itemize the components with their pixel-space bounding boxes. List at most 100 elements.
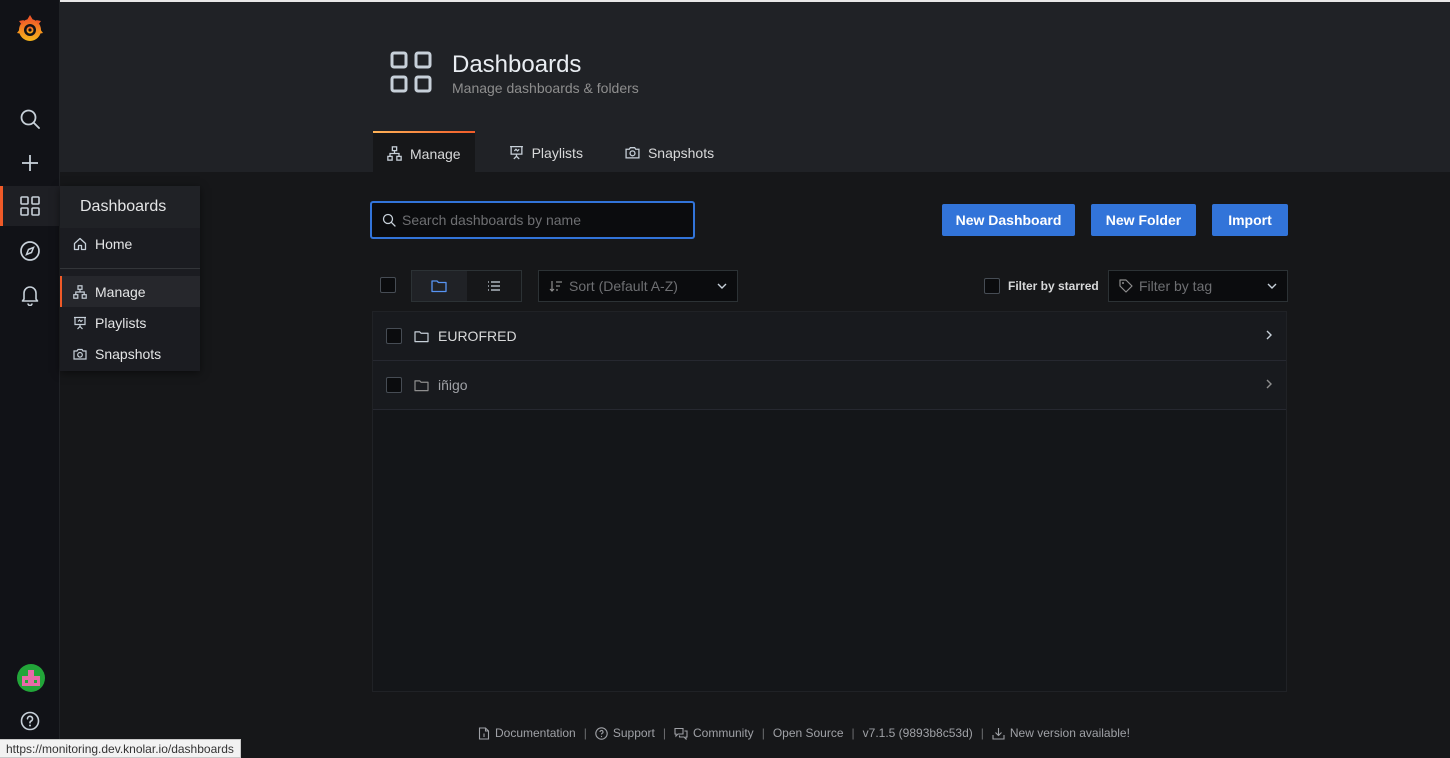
tag-filter-placeholder: Filter by tag	[1139, 278, 1213, 294]
folder-icon	[414, 379, 429, 392]
dropdown-divider	[60, 268, 200, 269]
documentation-link[interactable]: Documentation	[478, 726, 576, 740]
grafana-logo-icon[interactable]	[14, 13, 46, 45]
footer-separator: |	[980, 726, 984, 740]
dropdown-item-label: Playlists	[95, 314, 147, 331]
dashboards-dropdown: Dashboards Home Manage Playlists Snapsho…	[60, 186, 200, 371]
apps-icon	[390, 51, 432, 93]
list-view-button[interactable]	[467, 271, 522, 301]
page-subtitle: Manage dashboards & folders	[452, 80, 639, 96]
sidemenu-dashboards[interactable]	[0, 186, 60, 226]
folder-row[interactable]: EUROFRED	[373, 312, 1286, 361]
sort-select[interactable]: Sort (Default A-Z)	[538, 270, 738, 302]
community-link[interactable]: Community	[674, 726, 754, 740]
home-icon	[73, 237, 87, 251]
support-label: Support	[612, 726, 655, 740]
dropdown-item-label: Snapshots	[95, 345, 162, 362]
select-all-checkbox[interactable]	[380, 277, 396, 293]
sort-amount-down-icon	[549, 280, 563, 292]
document-info-icon	[478, 726, 490, 740]
support-link[interactable]: Support	[595, 726, 655, 740]
filter-starred-label: Filter by starred	[1008, 279, 1099, 293]
footer-separator: |	[851, 726, 855, 740]
view-toggle	[411, 270, 522, 302]
folder-name: iñigo	[438, 377, 468, 393]
version-label: v7.1.5 (9893b8c53d)	[862, 726, 973, 740]
filter-starred-checkbox[interactable]	[984, 278, 1000, 294]
footer-separator: |	[761, 726, 765, 740]
avatar[interactable]	[17, 664, 45, 692]
dropdown-item-label: Home	[95, 235, 133, 252]
tab-label: Snapshots	[647, 144, 715, 161]
new-dashboard-button[interactable]: New Dashboard	[942, 204, 1075, 236]
browser-status-url: https://monitoring.dev.knolar.io/dashboa…	[0, 739, 241, 758]
community-label: Community	[693, 726, 754, 740]
chevron-right-icon	[1266, 330, 1272, 340]
page-title: Dashboards	[452, 51, 582, 78]
dropdown-item-manage[interactable]: Manage	[60, 276, 200, 307]
sidemenu-help[interactable]	[0, 701, 60, 741]
question-circle-icon	[20, 711, 40, 731]
camera-icon	[625, 145, 640, 160]
footer: Documentation | Support | Community | Op…	[478, 724, 1130, 742]
documentation-label: Documentation	[495, 726, 576, 740]
dropdown-item-label: Manage	[95, 283, 146, 300]
dropdown-item-playlists[interactable]: Playlists	[60, 307, 200, 338]
open-source-label: Open Source	[772, 726, 844, 740]
plus-icon	[20, 153, 40, 173]
sitemap-icon	[73, 284, 87, 299]
camera-icon	[73, 347, 87, 361]
new-folder-button[interactable]: New Folder	[1091, 204, 1196, 236]
chevron-down-icon	[717, 283, 727, 289]
search-field[interactable]	[371, 202, 694, 238]
filter-starred[interactable]: Filter by starred	[984, 278, 1099, 294]
folder-checkbox[interactable]	[386, 377, 402, 393]
sort-select-value: Sort (Default A-Z)	[569, 278, 678, 294]
chevron-down-icon	[1267, 283, 1277, 289]
tab-label: Manage	[410, 145, 461, 162]
presentation-icon	[73, 316, 87, 330]
search-input[interactable]	[402, 212, 682, 228]
new-version-link[interactable]: New version available!	[992, 726, 1130, 740]
dropdown-title[interactable]: Dashboards	[60, 186, 200, 228]
import-button[interactable]: Import	[1212, 204, 1288, 236]
question-circle-icon	[595, 726, 608, 740]
new-version-label: New version available!	[1009, 726, 1130, 740]
open-source-link[interactable]: Open Source	[773, 726, 844, 740]
sidemenu-create[interactable]	[0, 143, 60, 183]
chevron-right-icon	[1266, 379, 1272, 389]
search-icon	[382, 213, 396, 227]
folder-view-button[interactable]	[412, 271, 467, 301]
sidemenu-alerting[interactable]	[0, 275, 60, 315]
folder-row[interactable]: iñigo	[373, 361, 1286, 410]
tag-icon	[1119, 279, 1133, 293]
folder-icon	[431, 279, 447, 293]
folder-list: EUROFRED iñigo	[372, 311, 1287, 692]
folder-icon	[414, 330, 429, 343]
compass-icon	[19, 240, 41, 262]
dropdown-item-home[interactable]: Home	[60, 228, 200, 259]
presentation-icon	[509, 145, 524, 160]
footer-separator: |	[662, 726, 666, 740]
footer-separator: |	[583, 726, 587, 740]
sidemenu-search[interactable]	[0, 99, 60, 139]
tab-playlists[interactable]: Playlists	[495, 131, 597, 174]
sidemenu-explore[interactable]	[0, 231, 60, 271]
bell-icon	[20, 284, 40, 306]
page-header: Dashboards Manage dashboards & folders M…	[60, 0, 1450, 174]
side-menu	[0, 0, 60, 758]
comments-icon	[674, 727, 688, 740]
tab-snapshots[interactable]: Snapshots	[611, 131, 728, 174]
tab-label: Playlists	[531, 144, 583, 161]
search-icon	[19, 108, 41, 130]
apps-icon	[19, 195, 41, 217]
folder-name: EUROFRED	[438, 328, 517, 344]
list-icon	[487, 280, 501, 292]
download-icon	[992, 727, 1005, 740]
folder-checkbox[interactable]	[386, 328, 402, 344]
dropdown-item-snapshots[interactable]: Snapshots	[60, 338, 200, 369]
page-tabs: Manage Playlists Snapshots	[373, 131, 734, 174]
sitemap-icon	[387, 146, 402, 161]
tag-filter-select[interactable]: Filter by tag	[1108, 270, 1288, 302]
tab-manage[interactable]: Manage	[373, 131, 475, 174]
